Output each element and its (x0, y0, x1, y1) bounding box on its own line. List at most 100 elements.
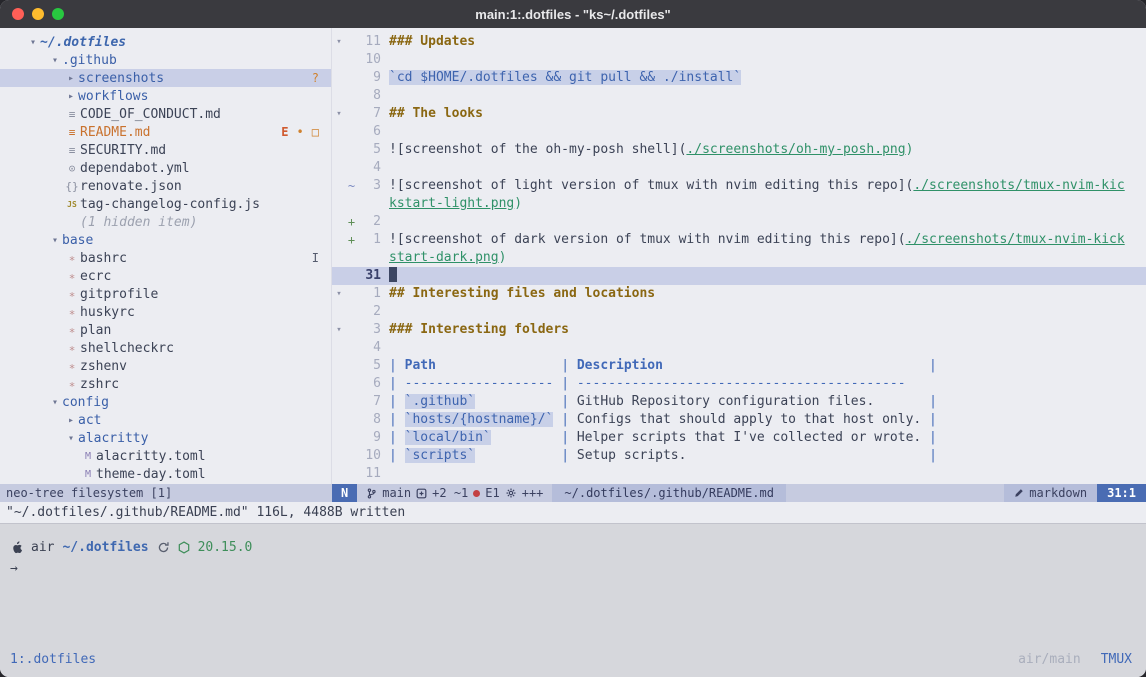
chevron-right-icon[interactable]: ▸ (64, 91, 78, 102)
zoom-button[interactable] (52, 8, 64, 20)
editor-line[interactable]: +2 (332, 213, 1146, 231)
sign-column (346, 195, 357, 213)
tree-item-readme-md[interactable]: ≡README.mdE•□ (0, 123, 331, 141)
tree-item-alacritty[interactable]: ▾alacritty (0, 429, 331, 447)
editor-line[interactable]: 11 (332, 465, 1146, 483)
tree-item-screenshots[interactable]: ▸screenshots? (0, 69, 331, 87)
status-badge: E (281, 125, 288, 139)
line-text: ![screenshot of light version of tmux wi… (381, 177, 1125, 195)
tree-item-shellcheckrc[interactable]: ∗shellcheckrc (0, 339, 331, 357)
tree-item-dotfiles[interactable]: ▾~/.dotfiles (0, 33, 331, 51)
editor-line[interactable]: 10| `scripts` | Setup scripts. | (332, 447, 1146, 465)
chevron-down-icon[interactable]: ▾ (48, 55, 62, 66)
fold-column (332, 465, 346, 483)
editor-line[interactable]: ▾7## The looks (332, 105, 1146, 123)
editor-line[interactable]: start-dark.png) (332, 249, 1146, 267)
file-path: ~/.dotfiles/.github/README.md (552, 484, 786, 502)
mode-indicator: N (332, 484, 357, 502)
editor-line[interactable]: 5![screenshot of the oh-my-posh shell](.… (332, 141, 1146, 159)
fold-open-icon[interactable]: ▾ (332, 321, 346, 339)
fold-column (332, 69, 346, 87)
editor-line[interactable]: ▾1## Interesting files and locations (332, 285, 1146, 303)
line-number: 7 (357, 393, 381, 411)
tree-item-bashrc[interactable]: ∗bashrcI (0, 249, 331, 267)
fold-column (332, 213, 346, 231)
chevron-right-icon[interactable]: ▸ (64, 73, 78, 84)
editor-buffer[interactable]: ▾11### Updates109`cd $HOME/.dotfiles && … (332, 28, 1146, 484)
fold-column (332, 429, 346, 447)
editor-line[interactable]: 10 (332, 51, 1146, 69)
editor-line[interactable]: ▾3### Interesting folders (332, 321, 1146, 339)
tree-item-label: act (78, 413, 101, 428)
tree-item-security-md[interactable]: ≡SECURITY.md (0, 141, 331, 159)
fold-column (332, 357, 346, 375)
editor-line[interactable]: 7| `.github` | GitHub Repository configu… (332, 393, 1146, 411)
git-refresh-icon (157, 541, 170, 554)
editor-line[interactable]: 31 (332, 267, 1146, 285)
markdown-icon: ≡ (64, 144, 80, 157)
chevron-down-icon[interactable]: ▾ (48, 397, 62, 408)
tree-item-act[interactable]: ▸act (0, 411, 331, 429)
fold-open-icon[interactable]: ▾ (332, 33, 346, 51)
tree-item-gitprofile[interactable]: ∗gitprofile (0, 285, 331, 303)
tree-item-tag-changelog-config-js[interactable]: JStag-changelog-config.js (0, 195, 331, 213)
editor-line[interactable]: 4 (332, 159, 1146, 177)
tree-item-ecrc[interactable]: ∗ecrc (0, 267, 331, 285)
tree-item-renovate-json[interactable]: {}renovate.json (0, 177, 331, 195)
line-text (381, 87, 389, 105)
editor-line[interactable]: 6| ------------------- | ---------------… (332, 375, 1146, 393)
filetype-label: markdown (1029, 484, 1087, 502)
tmux-window-tab[interactable]: 1:.dotfiles (10, 652, 96, 667)
tree-item-theme-day-toml[interactable]: Mtheme-day.toml (0, 465, 331, 483)
tree-item-huskyrc[interactable]: ∗huskyrc (0, 303, 331, 321)
editor-line[interactable]: 6 (332, 123, 1146, 141)
line-text (381, 51, 389, 69)
close-button[interactable] (12, 8, 24, 20)
tmux-client: ▾~/.dotfiles▾.github▸screenshots?▸workfl… (0, 28, 1146, 677)
tree-item-plan[interactable]: ∗plan (0, 321, 331, 339)
markdown-icon: ≡ (64, 108, 80, 121)
file-tree[interactable]: ▾~/.dotfiles▾.github▸screenshots?▸workfl… (0, 28, 332, 484)
minimize-button[interactable] (32, 8, 44, 20)
editor-line[interactable]: 2 (332, 303, 1146, 321)
tree-item-zshrc[interactable]: ∗zshrc (0, 375, 331, 393)
tree-item-label: .github (62, 53, 117, 68)
fold-open-icon[interactable]: ▾ (332, 105, 346, 123)
editor-line[interactable]: 9| `local/bin` | Helper scripts that I'v… (332, 429, 1146, 447)
tree-item-label: (1 hidden item) (80, 215, 197, 230)
plugin-updates: +++ (522, 484, 544, 502)
tree-item-github[interactable]: ▾.github (0, 51, 331, 69)
editor-line[interactable]: 8 (332, 87, 1146, 105)
tree-item-workflows[interactable]: ▸workflows (0, 87, 331, 105)
tree-item-dependabot-yml[interactable]: ⊙dependabot.yml (0, 159, 331, 177)
line-number (357, 195, 381, 213)
fold-open-icon[interactable]: ▾ (332, 285, 346, 303)
line-number: 3 (357, 177, 381, 195)
git-sign-icon: + (346, 213, 357, 231)
fold-column (332, 267, 346, 285)
tree-item-alacritty-toml[interactable]: Malacritty.toml (0, 447, 331, 465)
editor-line[interactable]: kstart-light.png) (332, 195, 1146, 213)
editor-line[interactable]: 5| Path | Description | (332, 357, 1146, 375)
chevron-right-icon[interactable]: ▸ (64, 415, 78, 426)
tree-item-1-hidden-item[interactable]: (1 hidden item) (0, 213, 331, 231)
editor-line[interactable]: +1![screenshot of dark version of tmux w… (332, 231, 1146, 249)
tree-item-code-of-conduct-md[interactable]: ≡CODE_OF_CONDUCT.md (0, 105, 331, 123)
chevron-down-icon[interactable]: ▾ (48, 235, 62, 246)
editor-line[interactable]: 4 (332, 339, 1146, 357)
chevron-down-icon[interactable]: ▾ (26, 37, 40, 48)
shell-pane[interactable]: air ~/.dotfiles 20.15.0 → 1:.dotfiles ai… (0, 523, 1146, 677)
tree-item-zshenv[interactable]: ∗zshenv (0, 357, 331, 375)
nvim-statusline: N main +2 ~1 E1 +++ ~/.dotfiles/.github/… (332, 484, 1146, 502)
tree-item-config[interactable]: ▾config (0, 393, 331, 411)
editor-line[interactable]: 8| `hosts/{hostname}/` | Configs that sh… (332, 411, 1146, 429)
editor-line[interactable]: ▾11### Updates (332, 33, 1146, 51)
nodejs-icon (178, 541, 190, 554)
editor-line[interactable]: 9`cd $HOME/.dotfiles && git pull && ./in… (332, 69, 1146, 87)
editor-line[interactable]: ~3![screenshot of light version of tmux … (332, 177, 1146, 195)
tree-item-base[interactable]: ▾base (0, 231, 331, 249)
tree-item-label: ecrc (80, 269, 111, 284)
sign-column (346, 159, 357, 177)
sign-column (346, 33, 357, 51)
chevron-down-icon[interactable]: ▾ (64, 433, 78, 444)
